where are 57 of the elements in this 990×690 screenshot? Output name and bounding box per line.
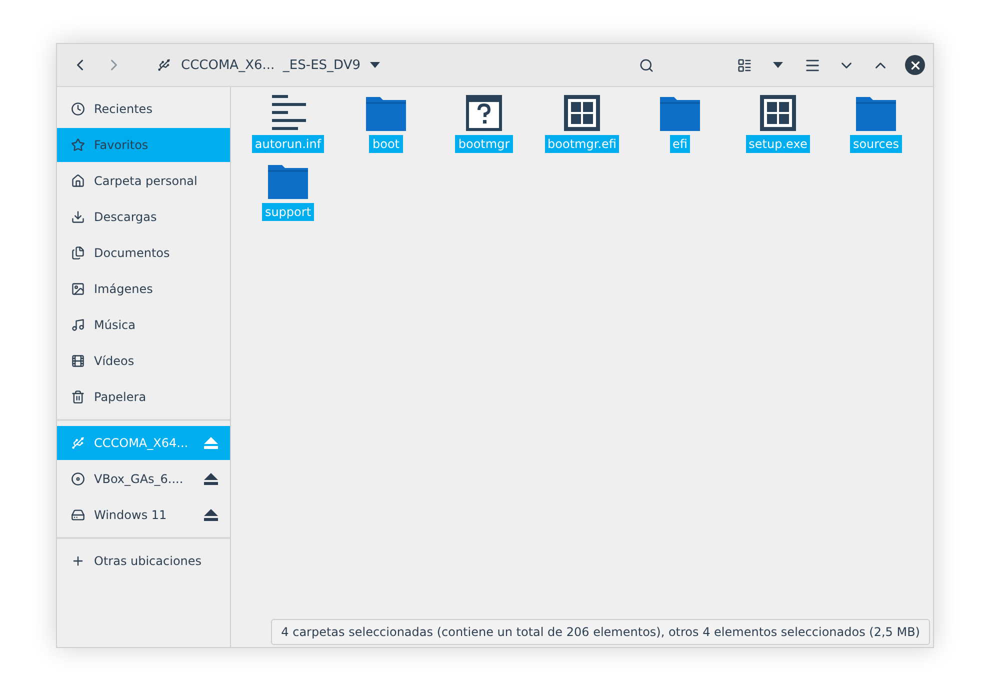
usb-drive-icon <box>157 58 171 72</box>
usb-drive-icon <box>71 436 85 450</box>
disc-icon <box>71 472 85 486</box>
close-button[interactable] <box>905 55 925 75</box>
trash-icon <box>71 390 85 404</box>
sidebar-item[interactable]: VBox_GAs_6.... <box>57 462 230 496</box>
sidebar-item-label: CCCOMA_X64... <box>94 436 190 450</box>
film-icon <box>71 354 85 368</box>
star-icon <box>71 138 85 152</box>
sidebar-item-label: Carpeta personal <box>94 174 198 188</box>
sidebar-item[interactable]: Descargas <box>57 200 230 234</box>
caret-icon <box>370 62 380 68</box>
sidebar-item[interactable]: Windows 11 <box>57 498 230 532</box>
eject-icon[interactable] <box>204 509 218 521</box>
clock-icon <box>71 102 85 116</box>
folder-icon <box>660 95 700 131</box>
download-icon <box>71 210 85 224</box>
folder-icon <box>366 95 406 131</box>
sidebar-item-label: Descargas <box>94 210 158 224</box>
plus-icon <box>71 554 85 568</box>
unknown-file-icon <box>466 95 502 131</box>
eject-icon[interactable] <box>204 473 218 485</box>
sidebar-item-label: Windows 11 <box>94 508 168 522</box>
sidebar-item[interactable]: Música <box>57 308 230 342</box>
home-icon <box>71 174 85 188</box>
status-bar: 4 carpetas seleccionadas (contiene un total de 206 elementos), otros 4 elementos seleccionados (2,5 MB) <box>271 619 930 645</box>
folder-icon <box>856 95 896 131</box>
sidebar-item[interactable]: Vídeos <box>57 344 230 378</box>
sidebar-item[interactable]: Carpeta personal <box>57 164 230 198</box>
sidebar-item-label: Documentos <box>94 246 171 260</box>
sidebar-item-label: Imágenes <box>94 282 154 296</box>
sidebar-item-label: Vídeos <box>94 354 136 368</box>
sidebar-item[interactable]: Documentos <box>57 236 230 270</box>
sidebar-item-label: VBox_GAs_6.... <box>94 472 184 486</box>
image-icon <box>71 282 85 296</box>
drive-icon <box>71 508 85 522</box>
sidebar-item[interactable]: Papelera <box>57 380 230 414</box>
sidebar-item-label: Música <box>94 318 136 332</box>
sidebar-item-label: Papelera <box>94 390 148 404</box>
close-icon <box>908 58 922 72</box>
application-icon <box>760 95 796 131</box>
music-note-icon <box>71 318 85 332</box>
sidebar-item-label: Recientes <box>94 102 154 116</box>
list-view-icon <box>736 58 752 72</box>
application-icon <box>564 95 600 131</box>
sidebar-item[interactable]: Recientes <box>57 92 230 126</box>
sidebar-item-label: Otras ubicaciones <box>94 554 203 568</box>
sidebar-item[interactable]: Favoritos <box>57 128 230 162</box>
sidebar-item-label: Favoritos <box>94 138 150 152</box>
folder-icon <box>268 163 308 199</box>
text-file-icon <box>270 95 306 131</box>
sidebar-item[interactable]: Imágenes <box>57 272 230 306</box>
caret-icon <box>773 62 783 68</box>
search-icon <box>638 58 654 72</box>
documents-icon <box>71 246 85 260</box>
sidebar-item[interactable]: Otras ubicaciones <box>57 544 230 578</box>
path-button[interactable]: CCCOMA_X6... _ES-ES_DV9 <box>147 50 390 80</box>
